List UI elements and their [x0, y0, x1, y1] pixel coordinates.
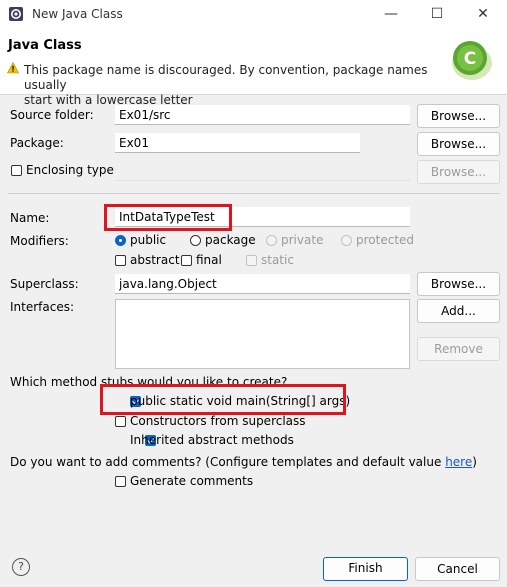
superclass-input[interactable] — [115, 274, 410, 294]
close-button[interactable]: ✕ — [460, 2, 506, 26]
inherited-abstract-label: Inherited abstract methods — [130, 433, 294, 447]
package-label: Package: — [10, 136, 64, 150]
enclosing-type-checkbox[interactable] — [11, 165, 22, 176]
comments-question-suffix: ) — [472, 455, 477, 469]
enclosing-type-browse-button[interactable]: Browse... — [417, 160, 500, 184]
configure-templates-link[interactable]: here — [445, 455, 472, 469]
maximize-button[interactable]: ☐ — [414, 2, 460, 26]
minimize-button[interactable]: — — [368, 2, 414, 26]
constructors-label: Constructors from superclass — [130, 414, 306, 428]
source-folder-label: Source folder: — [10, 108, 94, 122]
cancel-button[interactable]: Cancel — [415, 557, 500, 581]
final-checkbox-label: final — [196, 253, 222, 267]
warning-icon — [7, 62, 19, 74]
package-input[interactable] — [115, 133, 360, 153]
package-radio-label: package — [205, 233, 256, 247]
separator — [8, 193, 500, 194]
protected-radio[interactable] — [341, 235, 352, 246]
java-class-badge-icon: C — [452, 41, 492, 80]
warning-message: This package name is discouraged. By con… — [24, 63, 444, 108]
enclosing-type-label: Enclosing type: — [26, 163, 118, 177]
superclass-label: Superclass: — [10, 277, 79, 291]
source-folder-input[interactable] — [115, 105, 410, 125]
enclosing-type-input[interactable] — [115, 161, 410, 181]
wizard-title: Java Class — [8, 38, 82, 53]
package-browse-button[interactable]: Browse... — [417, 132, 500, 156]
public-radio-label: public — [130, 233, 167, 247]
interfaces-list[interactable] — [115, 299, 410, 369]
protected-radio-label: protected — [356, 233, 415, 247]
help-icon[interactable]: ? — [12, 558, 30, 576]
abstract-checkbox[interactable] — [115, 255, 126, 266]
constructors-checkbox[interactable] — [115, 416, 126, 427]
package-radio[interactable] — [190, 235, 201, 246]
private-radio[interactable] — [266, 235, 277, 246]
static-checkbox[interactable] — [246, 255, 257, 266]
comments-question: Do you want to add comments? (Configure … — [10, 455, 477, 469]
badge-letter: C — [464, 49, 476, 69]
name-highlight-box — [104, 204, 232, 231]
name-label: Name: — [10, 211, 50, 225]
remove-interface-button[interactable]: Remove — [417, 337, 500, 361]
abstract-checkbox-label: abstract — [130, 253, 180, 267]
finish-button[interactable]: Finish — [323, 557, 408, 581]
interfaces-label: Interfaces: — [10, 300, 75, 314]
main-method-highlight-box — [100, 384, 346, 415]
warning-message-line1: This package name is discouraged. By con… — [24, 63, 428, 92]
comments-question-text: Do you want to add comments? (Configure … — [10, 455, 446, 469]
generate-comments-checkbox[interactable] — [115, 476, 126, 487]
private-radio-label: private — [281, 233, 324, 247]
superclass-browse-button[interactable]: Browse... — [417, 272, 500, 296]
final-checkbox[interactable] — [181, 255, 192, 266]
add-interface-button[interactable]: Add... — [417, 299, 500, 323]
static-checkbox-label: static — [261, 253, 294, 267]
source-folder-browse-button[interactable]: Browse... — [417, 104, 500, 128]
window-title: New Java Class — [32, 7, 123, 21]
modifiers-label: Modifiers: — [10, 234, 69, 248]
eclipse-window-icon — [9, 7, 23, 21]
public-radio[interactable] — [115, 235, 126, 246]
generate-comments-label: Generate comments — [130, 474, 254, 488]
